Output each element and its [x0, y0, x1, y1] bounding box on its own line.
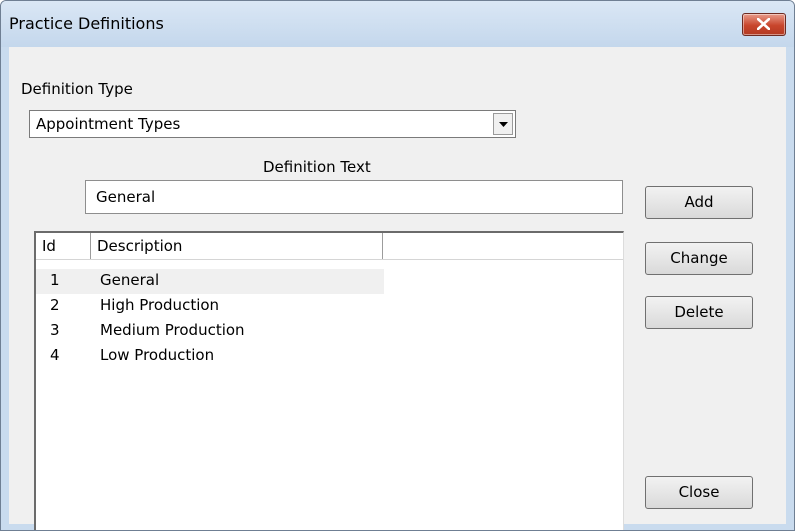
definition-type-select[interactable]: Appointment Types — [29, 110, 516, 138]
dialog-body: Definition Type Appointment Types Defini… — [9, 47, 786, 530]
column-header-blank[interactable] — [383, 233, 624, 259]
chevron-down-icon — [499, 122, 508, 127]
definition-text-label: Definition Text — [263, 158, 371, 176]
list-row[interactable]: 2 High Production — [36, 294, 384, 319]
list-row[interactable]: 4 Low Production — [36, 344, 384, 369]
definitions-list[interactable]: Id Description 1 General 2 High Producti… — [34, 231, 624, 530]
column-header-description[interactable]: Description — [91, 233, 383, 259]
column-header-id[interactable]: Id — [36, 233, 91, 259]
close-window-button[interactable] — [742, 13, 786, 36]
row-id: 1 — [50, 271, 60, 289]
dropdown-button[interactable] — [493, 113, 513, 135]
row-description: Low Production — [100, 346, 215, 364]
practice-definitions-window: Practice Definitions Definition Type App… — [0, 0, 795, 531]
add-button[interactable]: Add — [645, 186, 753, 219]
definition-text-field[interactable]: General — [85, 180, 623, 214]
definition-text-value: General — [96, 188, 156, 206]
row-id: 4 — [50, 346, 60, 364]
definition-type-value: Appointment Types — [36, 115, 181, 133]
window-title: Practice Definitions — [9, 14, 164, 33]
change-button[interactable]: Change — [645, 242, 753, 275]
row-description: High Production — [100, 296, 220, 314]
close-icon — [757, 18, 770, 30]
title-bar[interactable]: Practice Definitions — [1, 1, 794, 47]
row-id: 3 — [50, 321, 60, 339]
list-header: Id Description — [36, 233, 623, 260]
definition-type-label: Definition Type — [21, 80, 133, 98]
row-id: 2 — [50, 296, 60, 314]
row-description: Medium Production — [100, 321, 245, 339]
row-description: General — [100, 271, 160, 289]
close-button[interactable]: Close — [645, 476, 753, 509]
list-row[interactable]: 3 Medium Production — [36, 319, 384, 344]
delete-button[interactable]: Delete — [645, 296, 753, 329]
list-row[interactable]: 1 General — [36, 269, 384, 294]
